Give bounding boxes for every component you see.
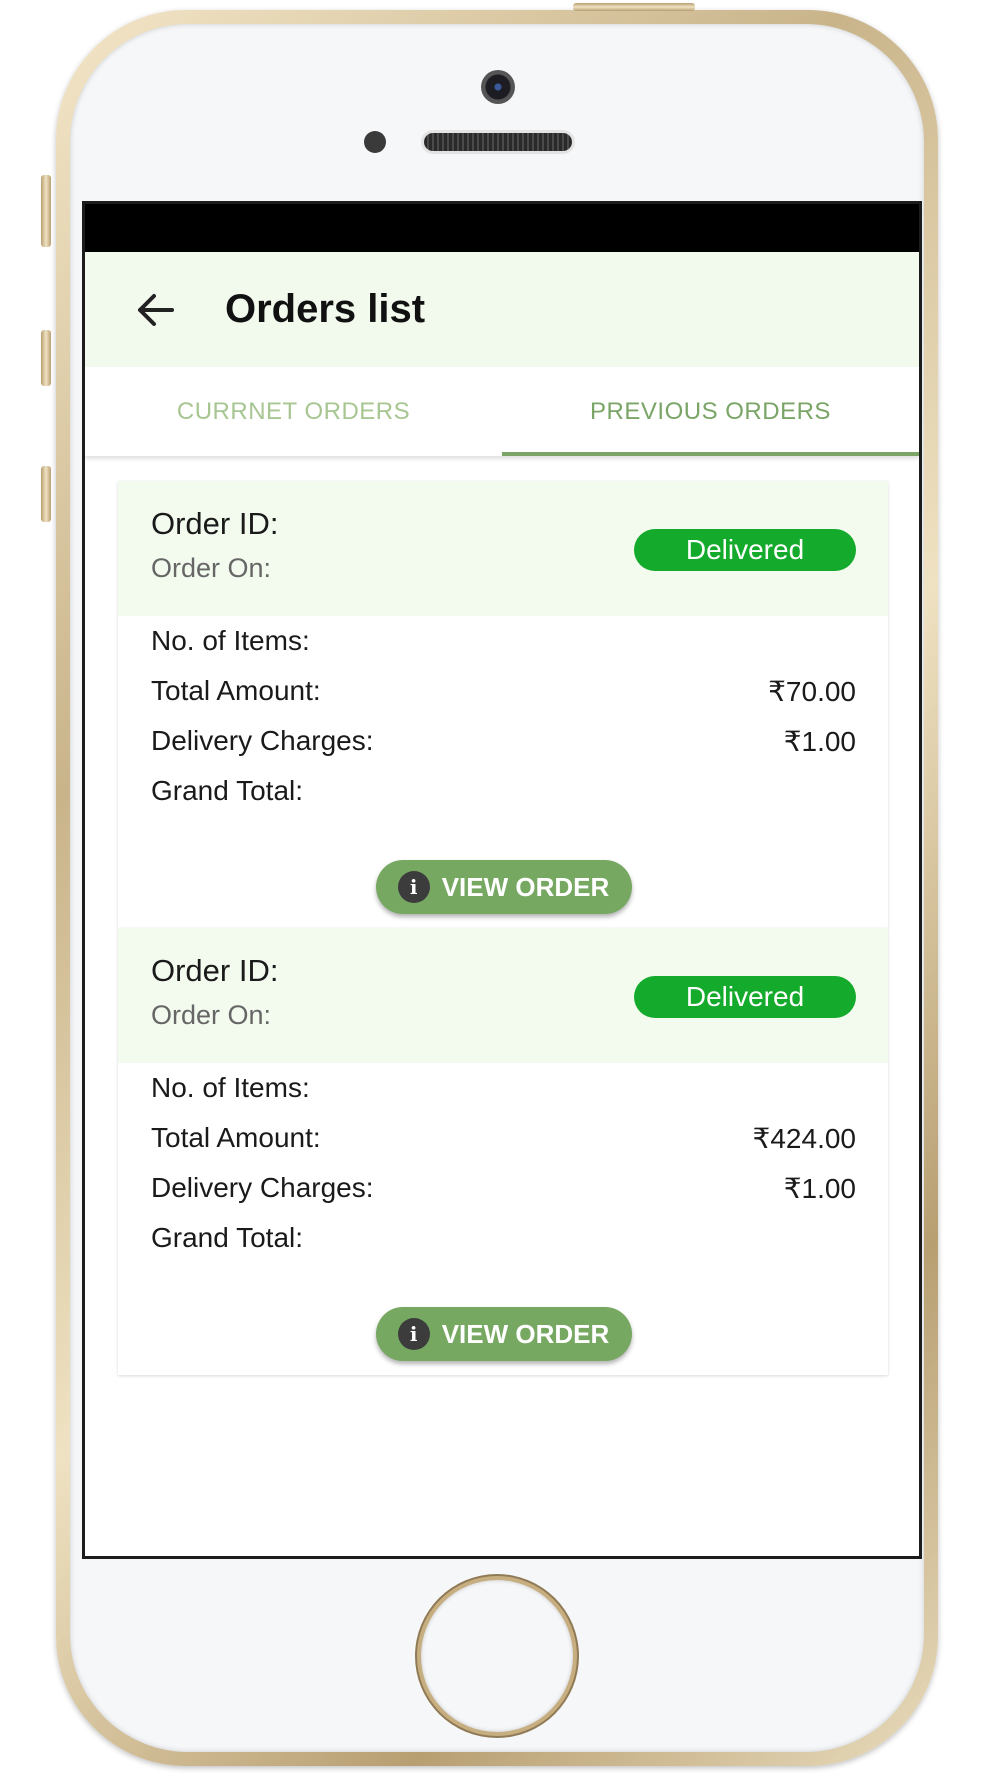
info-icon: i xyxy=(397,1318,430,1350)
page-title: Orders list xyxy=(225,287,426,331)
view-order-label: VIEW ORDER xyxy=(441,871,610,902)
orders-list: Order ID: Order On: Delivered No. of Ite… xyxy=(118,481,888,1375)
order-card-header: Order ID: Order On: Delivered xyxy=(118,928,888,1063)
info-icon: i xyxy=(397,871,430,903)
power-button xyxy=(573,3,695,11)
order-card-header: Order ID: Order On: Delivered xyxy=(118,481,888,616)
total-amount-value: ₹70.00 xyxy=(768,675,856,707)
total-amount-row: Total Amount: ₹70.00 xyxy=(151,666,856,716)
view-order-wrap: i VIEW ORDER xyxy=(151,1263,856,1375)
delivery-charges-value: ₹1.00 xyxy=(783,1172,856,1204)
grand-total-row: Grand Total: xyxy=(151,1213,856,1263)
side-button-silent xyxy=(41,175,51,247)
arrow-left-icon[interactable] xyxy=(125,280,185,340)
grand-total-label: Grand Total: xyxy=(151,775,304,806)
delivery-charges-label: Delivery Charges: xyxy=(151,725,374,756)
status-badge: Delivered xyxy=(634,529,856,571)
side-button-volume-up xyxy=(41,330,51,386)
total-amount-value: ₹424.00 xyxy=(752,1122,856,1154)
camera-icon xyxy=(481,70,515,104)
items-label: No. of Items: xyxy=(151,625,310,656)
speaker-grille xyxy=(424,133,572,151)
delivery-charges-row: Delivery Charges: ₹1.00 xyxy=(151,1163,856,1213)
side-button-volume-down xyxy=(41,466,51,522)
grand-total-label: Grand Total: xyxy=(151,1222,304,1253)
order-card-body: No. of Items: Total Amount: ₹70.00 Deliv… xyxy=(118,616,888,928)
view-order-button[interactable]: i VIEW ORDER xyxy=(375,1307,632,1361)
view-order-button[interactable]: i VIEW ORDER xyxy=(375,860,632,914)
total-amount-row: Total Amount: ₹424.00 xyxy=(151,1113,856,1163)
sensor-icon xyxy=(364,131,386,153)
tab-previous-orders[interactable]: PREVIOUS ORDERS xyxy=(502,367,919,456)
order-card: Order ID: Order On: Delivered No. of Ite… xyxy=(118,481,888,928)
order-on-label: Order On: xyxy=(151,553,272,583)
delivery-charges-value: ₹1.00 xyxy=(783,725,856,757)
home-button[interactable] xyxy=(421,1580,573,1732)
grand-total-row: Grand Total: xyxy=(151,766,856,816)
view-order-label: VIEW ORDER xyxy=(441,1318,610,1349)
status-badge: Delivered xyxy=(634,976,856,1018)
order-card: Order ID: Order On: Delivered No. of Ite… xyxy=(118,928,888,1375)
order-id-label: Order ID: xyxy=(151,953,279,988)
order-on-label: Order On: xyxy=(151,1000,272,1030)
tab-bar: CURRNET ORDERS PREVIOUS ORDERS xyxy=(85,367,919,456)
total-amount-label: Total Amount: xyxy=(151,675,321,706)
delivery-charges-label: Delivery Charges: xyxy=(151,1172,374,1203)
app-screen: Orders list CURRNET ORDERS PREVIOUS ORDE… xyxy=(82,201,922,1559)
view-order-wrap: i VIEW ORDER xyxy=(151,816,856,928)
tab-current-orders[interactable]: CURRNET ORDERS xyxy=(85,367,502,456)
app-bar: Orders list xyxy=(85,252,919,367)
order-id-label: Order ID: xyxy=(151,506,279,541)
order-card-body: No. of Items: Total Amount: ₹424.00 Deli… xyxy=(118,1063,888,1375)
total-amount-label: Total Amount: xyxy=(151,1122,321,1153)
status-bar xyxy=(85,204,919,252)
items-row: No. of Items: xyxy=(151,1063,856,1113)
delivery-charges-row: Delivery Charges: ₹1.00 xyxy=(151,716,856,766)
items-row: No. of Items: xyxy=(151,616,856,666)
active-tab-indicator xyxy=(502,452,919,456)
items-label: No. of Items: xyxy=(151,1072,310,1103)
